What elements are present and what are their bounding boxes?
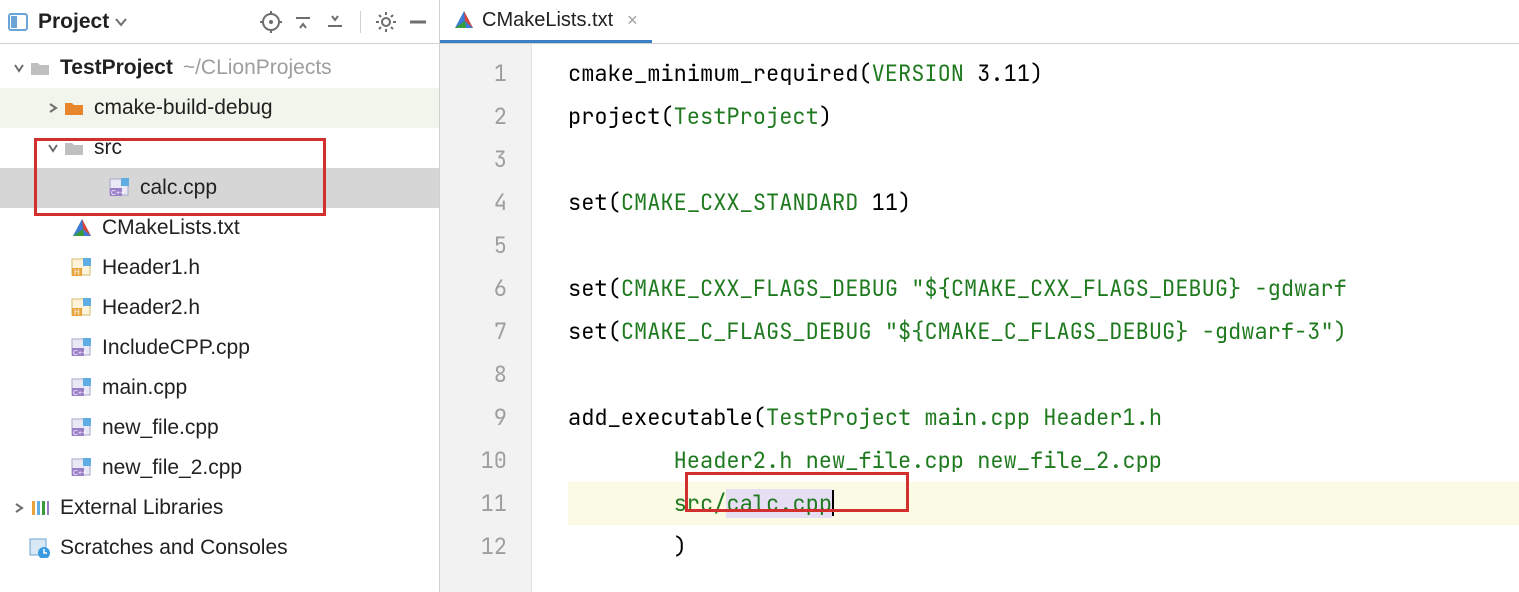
tree-item-includecpp[interactable]: C++ IncludeCPP.cpp [0,328,439,368]
gutter: 1 2 3 4 5 6 7 8 9 10 11 12 [440,44,532,592]
project-view-icon [8,13,28,31]
svg-text:C++: C++ [73,470,86,477]
chevron-down-icon [115,17,127,27]
line-number: 6 [440,267,507,310]
libraries-icon [28,499,52,517]
chevron-right-icon [44,102,62,114]
locate-icon[interactable] [258,9,284,35]
tree-item-main[interactable]: C++ main.cpp [0,368,439,408]
sidebar-toolbar: Project [0,0,439,44]
tree-root-path: ~/CLionProjects [183,56,332,80]
line-number: 8 [440,353,507,396]
gear-icon[interactable] [373,9,399,35]
line-number: 1 [440,52,507,95]
line-number: 4 [440,181,507,224]
project-dropdown-label: Project [38,10,109,34]
tree-item-label: calc.cpp [140,176,217,200]
tab-cmakelists[interactable]: CMakeLists.txt × [440,0,652,43]
tab-label: CMakeLists.txt [482,9,613,32]
code-area[interactable]: cmake_minimum_required(VERSION 3.11) pro… [532,44,1519,592]
line-number: 7 [440,310,507,353]
tree-item-label: Header2.h [102,296,200,320]
folder-icon [28,60,52,76]
editor-tabs: CMakeLists.txt × [440,0,1519,44]
svg-text:C++: C++ [73,430,86,437]
tree-external-libs[interactable]: External Libraries [0,488,439,528]
svg-text:H: H [74,268,80,277]
cpp-file-icon: C++ [70,458,94,478]
line-number: 10 [440,439,507,482]
project-dropdown[interactable]: Project [34,8,131,36]
tree-item-label: cmake-build-debug [94,96,273,120]
tree-item-cmake-build[interactable]: cmake-build-debug [0,88,439,128]
line-number: 2 [440,95,507,138]
line-number: 5 [440,224,507,267]
tree-item-src[interactable]: src [0,128,439,168]
tree-item-header1[interactable]: H Header1.h [0,248,439,288]
svg-text:H: H [74,308,80,317]
cpp-file-icon: C++ [70,418,94,438]
cmake-file-icon [454,10,474,30]
cmake-file-icon [70,218,94,238]
expand-all-icon[interactable] [290,9,316,35]
chevron-down-icon [44,142,62,154]
close-tab-icon[interactable]: × [627,10,638,31]
editor-pane: CMakeLists.txt × 1 2 3 4 5 6 7 8 9 10 11… [440,0,1519,592]
tree-item-label: main.cpp [102,376,187,400]
svg-text:C++: C++ [111,190,124,197]
cpp-file-icon: C++ [108,178,132,198]
tree-item-label: src [94,136,122,160]
tree-root[interactable]: TestProject ~/CLionProjects [0,48,439,88]
line-number: 12 [440,525,507,568]
hide-icon[interactable] [405,9,431,35]
scratches-icon [28,538,52,558]
tree-item-label: new_file.cpp [102,416,219,440]
tree-item-newfile2[interactable]: C++ new_file_2.cpp [0,448,439,488]
tree-item-label: IncludeCPP.cpp [102,336,250,360]
collapse-all-icon[interactable] [322,9,348,35]
editor-body: 1 2 3 4 5 6 7 8 9 10 11 12 cmake_minimum… [440,44,1519,592]
project-sidebar: Project TestProject ~/CLionProjects [0,0,440,592]
svg-text:C++: C++ [73,390,86,397]
line-number: 9 [440,396,507,439]
folder-icon [62,140,86,156]
line-number: 11 [440,482,507,525]
project-tree[interactable]: TestProject ~/CLionProjects cmake-build-… [0,44,439,592]
h-file-icon: H [70,258,94,278]
chevron-down-icon [10,62,28,74]
folder-excluded-icon [62,100,86,116]
tree-item-calc[interactable]: C++ calc.cpp [0,168,439,208]
line-number: 3 [440,138,507,181]
chevron-right-icon [10,502,28,514]
tree-item-label: Scratches and Consoles [60,536,288,560]
tree-item-newfile[interactable]: C++ new_file.cpp [0,408,439,448]
tree-item-label: CMakeLists.txt [102,216,240,240]
caret [832,490,834,516]
cpp-file-icon: C++ [70,338,94,358]
cpp-file-icon: C++ [70,378,94,398]
tree-root-label: TestProject [60,56,173,80]
tree-item-label: new_file_2.cpp [102,456,242,480]
tree-scratches[interactable]: Scratches and Consoles [0,528,439,568]
tree-item-cmakelists[interactable]: CMakeLists.txt [0,208,439,248]
tree-item-label: Header1.h [102,256,200,280]
tree-item-label: External Libraries [60,496,223,520]
tree-item-header2[interactable]: H Header2.h [0,288,439,328]
svg-text:C++: C++ [73,350,86,357]
h-file-icon: H [70,298,94,318]
